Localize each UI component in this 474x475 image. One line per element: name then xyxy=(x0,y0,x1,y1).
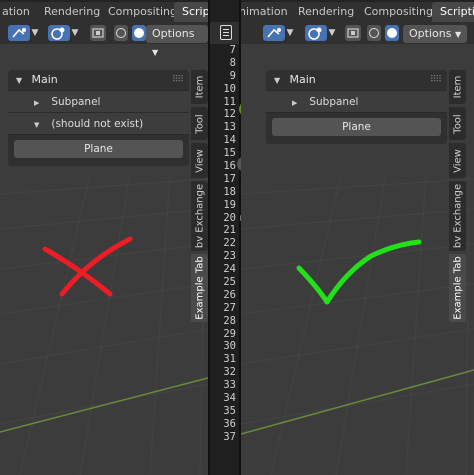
line-number: 14 xyxy=(223,134,236,147)
main-panel-label: Main xyxy=(31,73,58,86)
tab-tool[interactable]: Tool xyxy=(191,107,208,140)
chevron-down-icon[interactable]: ▼ xyxy=(30,25,40,41)
subpanel-header[interactable]: ▶ Subpanel xyxy=(266,90,447,112)
line-number: 31 xyxy=(223,353,236,366)
collapsed-triangle-icon: ▶ xyxy=(292,99,298,107)
expanded-triangle-icon: ▼ xyxy=(16,76,23,85)
sidebar-panel: ▼ Main ⠿⠿ ▶ Subpanel ▼ (should not exist… xyxy=(8,70,189,166)
subpanel-label: Subpanel xyxy=(51,96,101,108)
line-number: 27 xyxy=(223,301,236,314)
text-editor-icon[interactable] xyxy=(220,25,232,40)
tab-example-tab[interactable]: Example Tab xyxy=(191,254,208,322)
line-number: 28 xyxy=(223,314,236,327)
line-number: 9 xyxy=(229,69,236,82)
tab-compositing[interactable]: Compositing xyxy=(100,2,185,22)
drag-handle-icon[interactable]: ⠿⠿ xyxy=(430,70,442,90)
line-numbers: 7 8 9 10 11 12 13 14 15 16 17 18 19 20 21 22 23 24 25 26 27 2… xyxy=(210,44,240,444)
chevron-down-icon[interactable]: ▼ xyxy=(327,25,337,41)
x-axis-line xyxy=(0,377,208,433)
right-3d-viewport-pane: nimation Rendering Compositing Scripti ▼… xyxy=(241,0,474,475)
wireframe-shading-icon[interactable] xyxy=(114,25,128,41)
tab-view[interactable]: View xyxy=(449,143,466,178)
main-panel-label: Main xyxy=(289,73,316,86)
line-number: 17 xyxy=(223,172,236,185)
line-number: 11 xyxy=(223,95,236,108)
tab-example-tab[interactable]: Example Tab xyxy=(449,254,466,322)
subpanel-header[interactable]: ▶ Subpanel xyxy=(8,90,189,112)
line-number: 33 xyxy=(223,379,236,392)
tab-view[interactable]: View xyxy=(191,143,208,178)
x-axis-line xyxy=(241,369,474,435)
transform-gizmo-icon[interactable] xyxy=(8,25,30,41)
plane-button[interactable]: Plane xyxy=(14,140,183,158)
chevron-down-icon: ▼ xyxy=(152,48,159,57)
line-number: 21 xyxy=(223,224,236,237)
wireframe-shading-icon[interactable] xyxy=(367,25,381,41)
tab-scripting[interactable]: Scripti xyxy=(432,2,474,22)
tab-tool[interactable]: Tool xyxy=(449,107,466,140)
plane-button[interactable]: Plane xyxy=(272,118,441,136)
tab-bv-exchange[interactable]: bv Exchange xyxy=(191,181,208,251)
line-number: 19 xyxy=(223,198,236,211)
line-number: 32 xyxy=(223,366,236,379)
left-3d-viewport-pane: ation Rendering Compositing Scripting ▼ … xyxy=(0,0,208,475)
chevron-down-icon: ▼ xyxy=(454,30,462,39)
line-number: 16 xyxy=(223,160,236,173)
sidebar-panel: ▼ Main ⠿⠿ ▶ Subpanel Plane xyxy=(266,70,447,144)
subpanel-label: Subpanel xyxy=(309,96,359,108)
line-number: 36 xyxy=(223,417,236,430)
overlays-icon[interactable] xyxy=(48,25,70,41)
line-number: 24 xyxy=(223,263,236,276)
main-panel-header[interactable]: ▼ Main ⠿⠿ xyxy=(266,70,447,90)
main-panel-header[interactable]: ▼ Main ⠿⠿ xyxy=(8,70,189,90)
line-number: 22 xyxy=(223,237,236,250)
drag-handle-icon[interactable]: ⠿⠿ xyxy=(172,70,184,90)
line-number: 20 xyxy=(223,211,236,224)
xray-toggle-icon[interactable] xyxy=(90,25,106,41)
text-editor-gutter: 7 8 9 10 11 12 13 14 15 16 17 18 19 20 21 22 23 24 25 26 27 2… xyxy=(210,0,240,475)
line-number: 26 xyxy=(223,288,236,301)
text-editor-header xyxy=(210,22,240,44)
tab-item[interactable]: Item xyxy=(449,70,466,104)
options-dropdown[interactable]: Options ▼ xyxy=(403,25,468,43)
solid-shading-icon[interactable] xyxy=(385,25,399,41)
tab-rendering[interactable]: Rendering xyxy=(36,2,109,22)
line-number: 35 xyxy=(223,404,236,417)
tab-animation[interactable]: nimation xyxy=(241,2,296,22)
tab-animation[interactable]: ation xyxy=(0,2,38,22)
tab-rendering[interactable]: Rendering xyxy=(290,2,363,22)
subpanel-should-not-exist-header[interactable]: ▼ (should not exist) xyxy=(8,112,189,134)
expanded-triangle-icon: ▼ xyxy=(34,121,40,129)
tab-bv-exchange[interactable]: bv Exchange xyxy=(449,181,466,251)
line-number: 34 xyxy=(223,392,236,405)
overlays-icon[interactable] xyxy=(305,25,327,41)
collapsed-triangle-icon: ▶ xyxy=(34,99,40,107)
tab-compositing[interactable]: Compositing xyxy=(356,2,441,22)
line-number: 12 xyxy=(223,108,236,121)
line-number: 8 xyxy=(229,56,236,69)
tab-scripting[interactable]: Scripting xyxy=(174,2,208,22)
line-number: 29 xyxy=(223,327,236,340)
line-number: 15 xyxy=(223,147,236,160)
solid-shading-icon[interactable] xyxy=(132,25,146,41)
subpanel-label: (should not exist) xyxy=(51,118,144,130)
line-number: 37 xyxy=(223,430,236,443)
transform-gizmo-icon[interactable] xyxy=(263,25,285,41)
workspace-tabs-bar: nimation Rendering Compositing Scripti xyxy=(241,0,474,22)
line-number: 25 xyxy=(223,276,236,289)
xray-toggle-icon[interactable] xyxy=(345,25,361,41)
line-number: 13 xyxy=(223,121,236,134)
tab-item[interactable]: Item xyxy=(191,70,208,104)
line-number: 7 xyxy=(229,44,236,56)
line-number: 23 xyxy=(223,250,236,263)
workspace-tabs-bar: ation Rendering Compositing Scripting xyxy=(0,0,208,22)
line-number: 10 xyxy=(223,82,236,95)
line-number: 18 xyxy=(223,185,236,198)
red-cross-mark xyxy=(42,236,133,297)
expanded-triangle-icon: ▼ xyxy=(274,76,281,85)
options-dropdown[interactable]: Options ▼ xyxy=(146,25,208,57)
line-number: 30 xyxy=(223,340,236,353)
chevron-down-icon[interactable]: ▼ xyxy=(70,25,80,41)
chevron-down-icon[interactable]: ▼ xyxy=(285,25,295,41)
